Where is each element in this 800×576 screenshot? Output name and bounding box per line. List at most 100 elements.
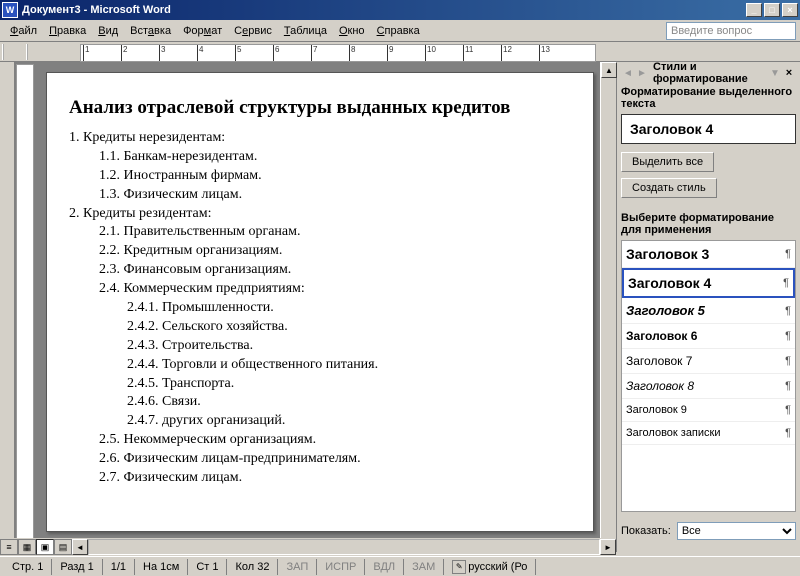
status-col: Кол 32 [227,559,278,575]
maximize-button[interactable]: □ [764,3,780,17]
taskpane-dropdown-icon[interactable]: ▼ [768,66,782,80]
toolbar-grip-2[interactable] [26,44,32,60]
document-line[interactable]: 1.1. Банкам-нерезидентам. [99,148,571,167]
titlebar: W Документ3 - Microsoft Word _ □ × [0,0,800,20]
menu-window[interactable]: Окно [333,23,371,39]
status-trk[interactable]: ИСПР [317,559,365,575]
document-line[interactable]: 2.4.6. Связи. [127,393,571,412]
menu-tools[interactable]: Сервис [228,23,278,39]
toolbar-grip[interactable] [2,44,8,60]
select-all-button[interactable]: Выделить все [621,152,714,172]
style-name: Заголовок 5 [626,303,705,318]
document-line[interactable]: 2.4.4. Торговли и общественного питания. [127,356,571,375]
status-ovr[interactable]: ЗАМ [404,559,444,575]
style-name: Заголовок 8 [626,379,694,393]
style-item[interactable]: Заголовок 9 ¶ [622,399,795,422]
status-lang[interactable]: ✎русский (Ро [444,559,536,575]
pilcrow-icon: ¶ [785,427,791,439]
style-list[interactable]: Заголовок 3¶Заголовок 4¶Заголовок 5¶Заго… [621,240,796,512]
pilcrow-icon: ¶ [785,330,791,342]
show-filter-select[interactable]: Все [677,522,796,540]
web-view-button[interactable]: ▦ [18,539,36,555]
minimize-button[interactable]: _ [746,3,762,17]
scroll-right-button[interactable]: ► [600,539,616,555]
outline-view-button[interactable]: ▤ [54,539,72,555]
status-pages: 1/1 [103,559,135,575]
new-style-button[interactable]: Создать стиль [621,178,717,198]
taskpane-back-icon[interactable]: ◄ [621,66,635,80]
pilcrow-icon: ¶ [785,305,791,317]
horizontal-scrollbar[interactable] [88,539,600,555]
close-button[interactable]: × [782,3,798,17]
print-view-button[interactable]: ▣ [36,539,54,555]
pilcrow-icon: ¶ [785,404,791,416]
document-line[interactable]: 2.2. Кредитным организациям. [99,242,571,261]
menu-table[interactable]: Таблица [278,23,333,39]
vertical-scrollbar[interactable]: ▲ [600,62,616,552]
menu-insert[interactable]: Вставка [124,23,177,39]
document-line[interactable]: 2.4.7. других организаций. [127,412,571,431]
style-item[interactable]: Заголовок записки¶ [622,422,795,445]
taskpane-header: ◄ ► Стили и форматирование ▼ × [619,64,798,82]
menu-file[interactable]: Файл [4,23,43,39]
document-line[interactable]: 1. Кредиты нерезидентам: [69,129,571,148]
document-line[interactable]: 2.4.1. Промышленности. [127,299,571,318]
document-area: Анализ отраслевой структуры выданных кре… [0,62,616,552]
menu-edit[interactable]: Правка [43,23,92,39]
style-name: Заголовок 9 [626,404,687,416]
document-line[interactable]: 2.3. Финансовым организациям. [99,261,571,280]
vertical-ruler[interactable] [16,64,34,550]
status-ext[interactable]: ВДЛ [365,559,404,575]
menu-view[interactable]: Вид [92,23,124,39]
document-line[interactable]: 1.3. Физическим лицам. [99,186,571,205]
document-line[interactable]: 1.2. Иностранным фирмам. [99,167,571,186]
style-item[interactable]: Заголовок 6 ¶ [622,324,795,349]
document-line[interactable]: 2.4.3. Строительства. [127,337,571,356]
normal-view-button[interactable]: ≡ [0,539,18,555]
choose-formatting-label: Выберите форматирование для применения [621,212,796,236]
status-at: На 1см [135,559,188,575]
document-line[interactable]: 2.4.5. Транспорта. [127,375,571,394]
pilcrow-icon: ¶ [785,380,791,392]
menubar: Файл Правка Вид Вставка Формат Сервис Та… [0,20,800,42]
status-section: Разд 1 [52,559,102,575]
window-title: Документ3 - Microsoft Word [22,4,746,16]
document-line[interactable]: 2. Кредиты резидентам: [69,205,571,224]
page[interactable]: Анализ отраслевой структуры выданных кре… [46,72,594,532]
style-name: Заголовок 4 [628,275,711,291]
formatting-label: Форматирование выделенного текста [621,86,796,110]
document-line[interactable]: 2.4. Коммерческим предприятиям: [99,280,571,299]
document-line[interactable]: 2.6. Физическим лицам-предпринимателям. [99,450,571,469]
style-item[interactable]: Заголовок 8 ¶ [622,374,795,399]
toolbar: 12345678910111213 [0,42,800,62]
show-label: Показать: [621,525,671,537]
statusbar: Стр. 1 Разд 1 1/1 На 1см Ст 1 Кол 32 ЗАП… [0,556,800,576]
taskpane-close-button[interactable]: × [782,67,796,79]
document-title: Анализ отраслевой структуры выданных кре… [69,97,571,119]
menu-format[interactable]: Формат [177,23,228,39]
document-line[interactable]: 2.1. Правительственным органам. [99,223,571,242]
current-style-box[interactable]: Заголовок 4 [621,114,796,144]
style-name: Заголовок 3 [626,246,709,262]
document-line[interactable]: 2.5. Некоммерческим организациям. [99,431,571,450]
style-item[interactable]: Заголовок 3 ¶ [622,241,795,268]
taskpane-forward-icon[interactable]: ► [635,66,649,80]
scroll-left-button[interactable]: ◄ [72,539,88,555]
status-page: Стр. 1 [4,559,52,575]
book-icon: ✎ [452,560,466,574]
style-name: Заголовок 7 [626,354,692,368]
horizontal-ruler[interactable]: 12345678910111213 [80,44,596,62]
status-rec[interactable]: ЗАП [278,559,317,575]
pilcrow-icon: ¶ [783,277,789,289]
document-line[interactable]: 2.7. Физическим лицам. [99,469,571,488]
document-viewport[interactable]: Анализ отраслевой структуры выданных кре… [34,62,600,552]
document-line[interactable]: 2.4.2. Сельского хозяйства. [127,318,571,337]
help-search-input[interactable] [666,22,796,40]
style-item[interactable]: Заголовок 5 ¶ [622,298,795,324]
scroll-up-button[interactable]: ▲ [601,62,617,78]
style-item[interactable]: Заголовок 4 ¶ [622,268,795,298]
style-name: Заголовок 6 [626,329,697,343]
menu-help[interactable]: Справка [371,23,426,39]
pilcrow-icon: ¶ [785,248,791,260]
style-item[interactable]: Заголовок 7¶ [622,349,795,374]
